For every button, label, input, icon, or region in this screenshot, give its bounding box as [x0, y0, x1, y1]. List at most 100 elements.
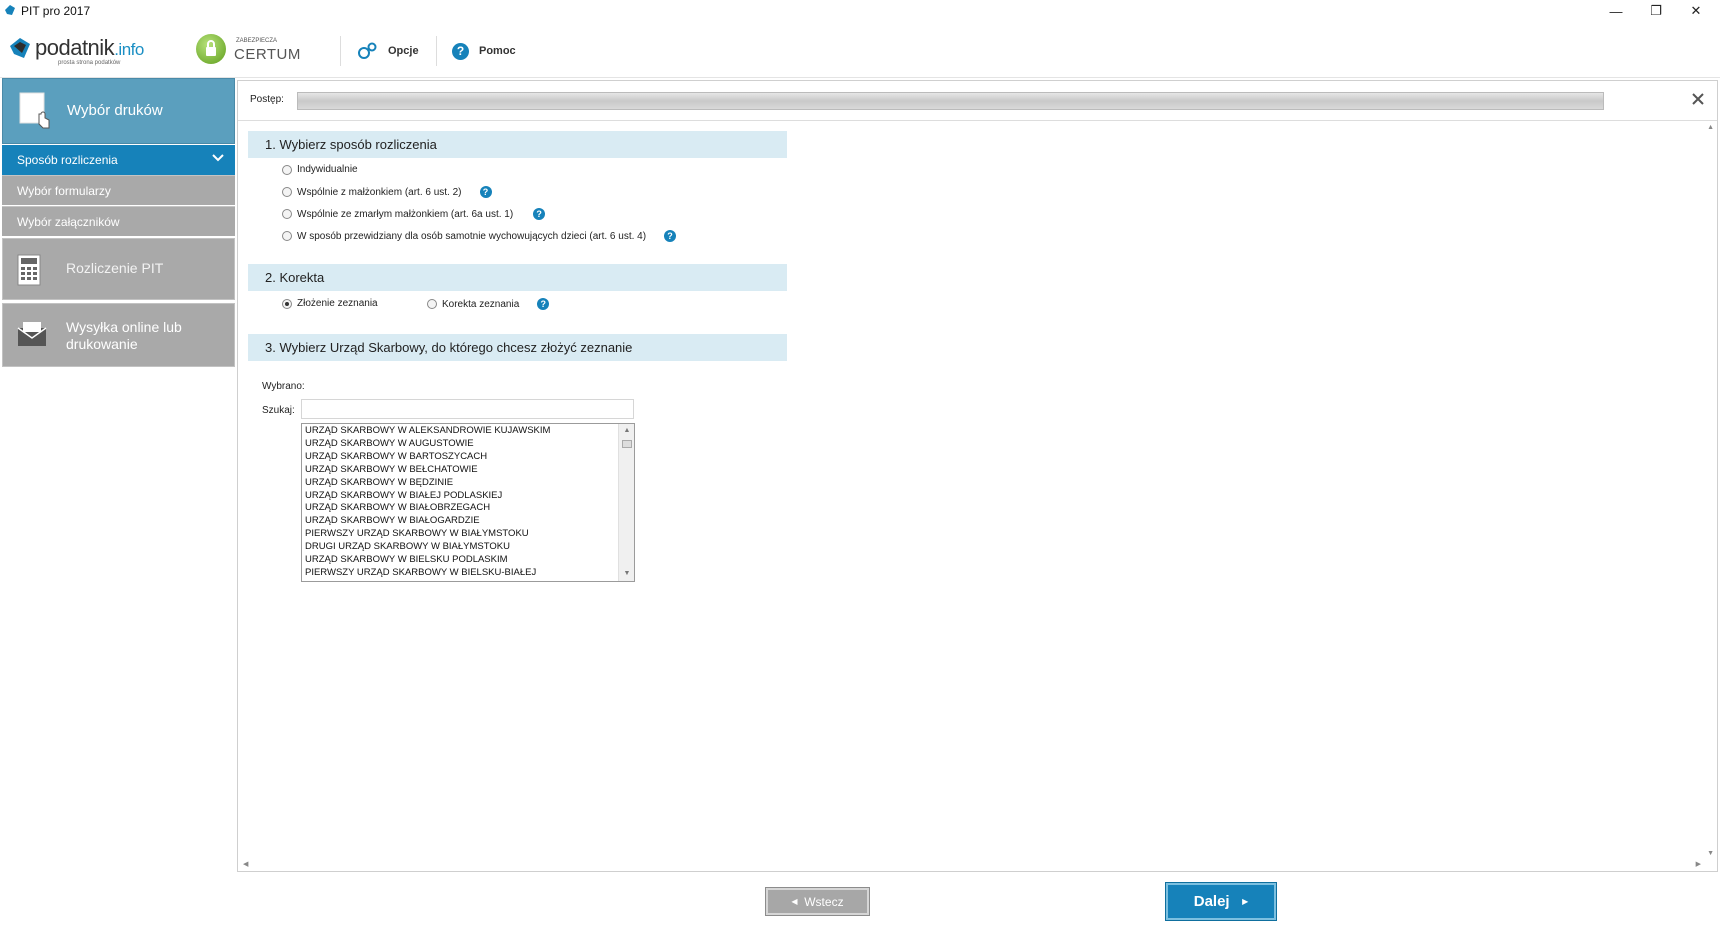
tax-office-item[interactable]: URZĄD SKARBOWY W BĘDZINIE — [302, 477, 618, 490]
restore-button[interactable]: ❐ — [1636, 0, 1676, 22]
help-label: Pomoc — [479, 45, 516, 57]
sidebar-item-label: Sposób rozliczenia — [17, 153, 118, 167]
title-bar: PIT pro 2017 — ❐ ✕ — [0, 0, 1720, 22]
tax-office-item[interactable]: URZĄD SKARBOWY W AUGUSTOWIE — [302, 438, 618, 451]
toolbar: podatnik.info prosta strona podatków ZAB… — [0, 22, 1720, 78]
sidebar-step-send-or-print[interactable]: Wysyłka online lub drukowanie — [2, 303, 235, 367]
sidebar-step-print-selection[interactable]: Wybór druków — [2, 78, 235, 144]
logo-text: podatnik.info — [35, 35, 144, 60]
progress-bar-fill — [298, 93, 1603, 109]
radio-circle[interactable] — [282, 298, 292, 309]
tax-office-item[interactable]: URZĄD SKARBOWY W BIAŁOGARDZIE — [302, 515, 618, 528]
radio-circle[interactable] — [427, 299, 437, 309]
selected-label: Wybrano: — [262, 381, 305, 392]
gears-icon — [358, 42, 377, 59]
scroll-down-icon[interactable]: ▼ — [619, 567, 635, 581]
scroll-up-icon[interactable]: ▲ — [619, 424, 635, 438]
lock-icon — [196, 34, 226, 64]
radio-submit-return[interactable]: Złożenie zeznania — [282, 298, 378, 309]
help-icon[interactable]: ? — [533, 208, 546, 220]
radio-label: Złożenie zeznania — [297, 298, 378, 309]
sidebar-item-settlement-method[interactable]: Sposób rozliczenia — [2, 145, 235, 175]
panel-scroll-up-icon[interactable]: ▲ — [1707, 124, 1714, 131]
sidebar-item-attachments[interactable]: Wybór załączników — [2, 206, 235, 236]
progress-label: Postęp: — [250, 94, 284, 105]
progress-bar — [297, 92, 1604, 110]
help-button[interactable]: ? Pomoc — [452, 39, 516, 63]
help-icon[interactable]: ? — [537, 298, 550, 310]
minimize-icon: — — [1609, 3, 1623, 19]
help-icon[interactable]: ? — [664, 230, 677, 242]
close-panel-button[interactable] — [1691, 89, 1705, 112]
radio-label: W sposób przewidziany dla osób samotnie … — [297, 230, 647, 242]
scroll-thumb[interactable] — [622, 440, 632, 448]
progress-row: Postęp: — [238, 81, 1717, 121]
certum-badge: ZABEZPIECZA CERTUM — [196, 32, 306, 68]
listbox-scrollbar[interactable]: ▲ ▼ — [618, 424, 634, 581]
podatnik-logo-icon — [10, 38, 30, 58]
tax-office-item[interactable]: URZĄD SKARBOWY W BEŁCHATOWIE — [302, 464, 618, 477]
next-button[interactable]: Dalej ▶ — [1165, 882, 1277, 921]
close-icon — [1692, 93, 1704, 105]
main-panel: Postęp: 1. Wybierz sposób rozliczenia In… — [237, 80, 1718, 872]
radio-label: Indywidualnie — [297, 164, 358, 175]
sidebar-step-pit-settlement[interactable]: Rozliczenie PIT — [2, 238, 235, 300]
tax-office-item[interactable]: URZĄD SKARBOWY W BIELSKU PODLASKIM — [302, 554, 618, 567]
section-header-settlement: 1. Wybierz sposób rozliczenia — [248, 131, 787, 158]
close-icon: ✕ — [1690, 3, 1702, 18]
chevron-right-icon: ▶ — [1242, 897, 1249, 906]
sidebar-item-form-selection[interactable]: Wybór formularzy — [2, 175, 235, 205]
panel-scroll-down-icon[interactable]: ▼ — [1707, 850, 1714, 857]
options-label: Opcje — [388, 45, 419, 57]
tax-office-item[interactable]: URZĄD SKARBOWY W BARTOSZYCACH — [302, 451, 618, 464]
certum-text: CERTUM — [234, 46, 301, 63]
minimize-button[interactable]: — — [1596, 0, 1636, 22]
search-label: Szukaj: — [262, 405, 295, 416]
radio-with-deceased-spouse[interactable]: Wspólnie ze zmarłym małżonkiem (art. 6a … — [282, 208, 546, 220]
radio-circle[interactable] — [282, 164, 292, 175]
sidebar-step-label: Rozliczenie PIT — [66, 260, 164, 276]
radio-with-spouse[interactable]: Wspólnie z małżonkiem (art. 6 ust. 2) ? — [282, 186, 492, 198]
panel-scroll-right-icon[interactable]: ▶ — [1696, 860, 1701, 868]
radio-circle[interactable] — [282, 187, 292, 197]
podatnik-logo[interactable]: podatnik.info prosta strona podatków — [8, 32, 158, 68]
toolbar-separator — [340, 36, 341, 66]
radio-label: Wspólnie ze zmarłym małżonkiem (art. 6a … — [297, 208, 514, 220]
radio-label: Wspólnie z małżonkiem (art. 6 ust. 2) — [297, 186, 462, 198]
tax-office-search-input[interactable] — [301, 399, 634, 419]
radio-circle[interactable] — [282, 231, 292, 241]
tax-office-item[interactable]: URZĄD SKARBOWY W BIAŁOBRZEGACH — [302, 502, 618, 515]
panel-scroll-left-icon[interactable]: ◀ — [243, 860, 248, 868]
sidebar-step-label: Wysyłka online lub drukowanie — [66, 319, 182, 352]
tax-office-listbox[interactable]: URZĄD SKARBOWY W ALEKSANDROWIE KUJAWSKIM… — [301, 423, 635, 582]
sidebar-item-label: Wybór załączników — [17, 215, 120, 229]
section-header-correction: 2. Korekta — [248, 264, 787, 291]
tax-office-item[interactable]: URZĄD SKARBOWY W ALEKSANDROWIE KUJAWSKIM — [302, 425, 618, 438]
chevron-left-icon: ◀ — [791, 897, 798, 906]
sidebar-item-label: Wybór formularzy — [17, 184, 111, 198]
logo-tagline: prosta strona podatków — [58, 60, 121, 66]
radio-circle[interactable] — [282, 209, 292, 219]
tax-office-item[interactable]: URZĄD SKARBOWY W BIAŁEJ PODLASKIEJ — [302, 490, 618, 503]
toolbar-separator — [436, 36, 437, 66]
radio-correct-return[interactable]: Korekta zeznania ? — [427, 298, 550, 310]
section-title: 2. Korekta — [265, 270, 325, 285]
radio-label: Korekta zeznania — [442, 298, 520, 310]
chevron-down-icon — [211, 151, 225, 168]
tax-office-item[interactable]: PIERWSZY URZĄD SKARBOWY W BIELSKU-BIAŁEJ — [302, 567, 618, 580]
section-title: 3. Wybierz Urząd Skarbowy, do którego ch… — [265, 340, 633, 355]
close-window-button[interactable]: ✕ — [1676, 0, 1716, 22]
form-content: 1. Wybierz sposób rozliczenia Indywidual… — [238, 122, 1717, 862]
radio-single-parent[interactable]: W sposób przewidziany dla osób samotnie … — [282, 230, 677, 242]
help-circle-icon: ? — [452, 42, 469, 60]
next-button-label: Dalej — [1193, 893, 1230, 910]
window-title: PIT pro 2017 — [21, 4, 91, 18]
options-button[interactable]: Opcje — [356, 39, 419, 63]
tax-office-item[interactable]: DRUGI URZĄD SKARBOWY W BIAŁYMSTOKU — [302, 541, 618, 554]
back-button[interactable]: ◀ Wstecz — [765, 887, 870, 916]
document-hand-icon — [19, 92, 50, 129]
help-icon[interactable]: ? — [479, 186, 492, 198]
radio-individual[interactable]: Indywidualnie — [282, 164, 358, 175]
calculator-icon — [17, 254, 41, 286]
tax-office-item[interactable]: PIERWSZY URZĄD SKARBOWY W BIAŁYMSTOKU — [302, 528, 618, 541]
